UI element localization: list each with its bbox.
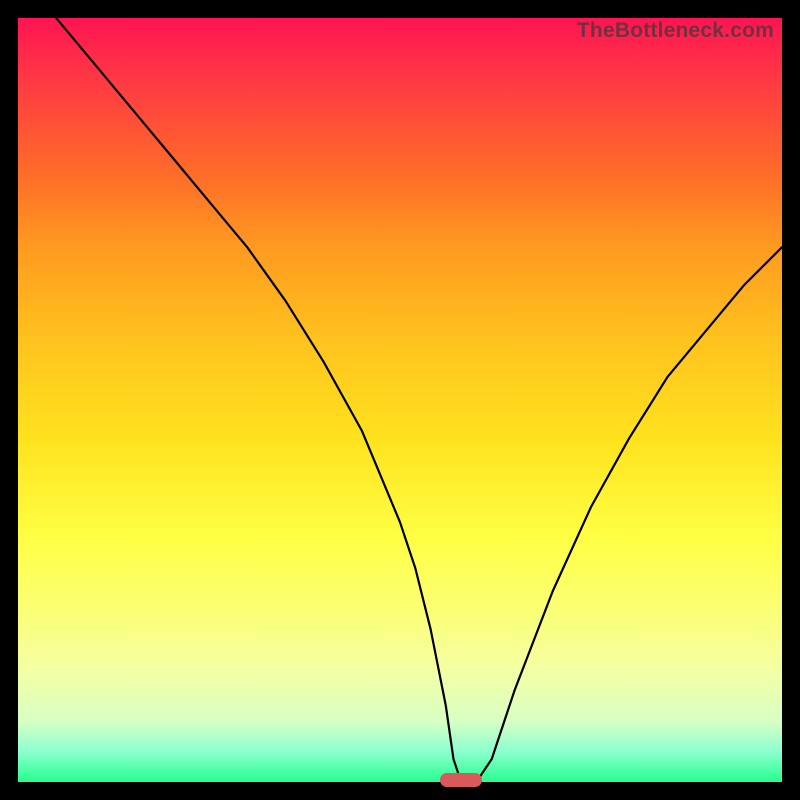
curve-svg (18, 18, 782, 782)
optimum-marker (440, 773, 482, 787)
plot-area: TheBottleneck.com (18, 18, 782, 782)
bottleneck-curve (56, 18, 782, 782)
chart-frame: TheBottleneck.com (0, 0, 800, 800)
